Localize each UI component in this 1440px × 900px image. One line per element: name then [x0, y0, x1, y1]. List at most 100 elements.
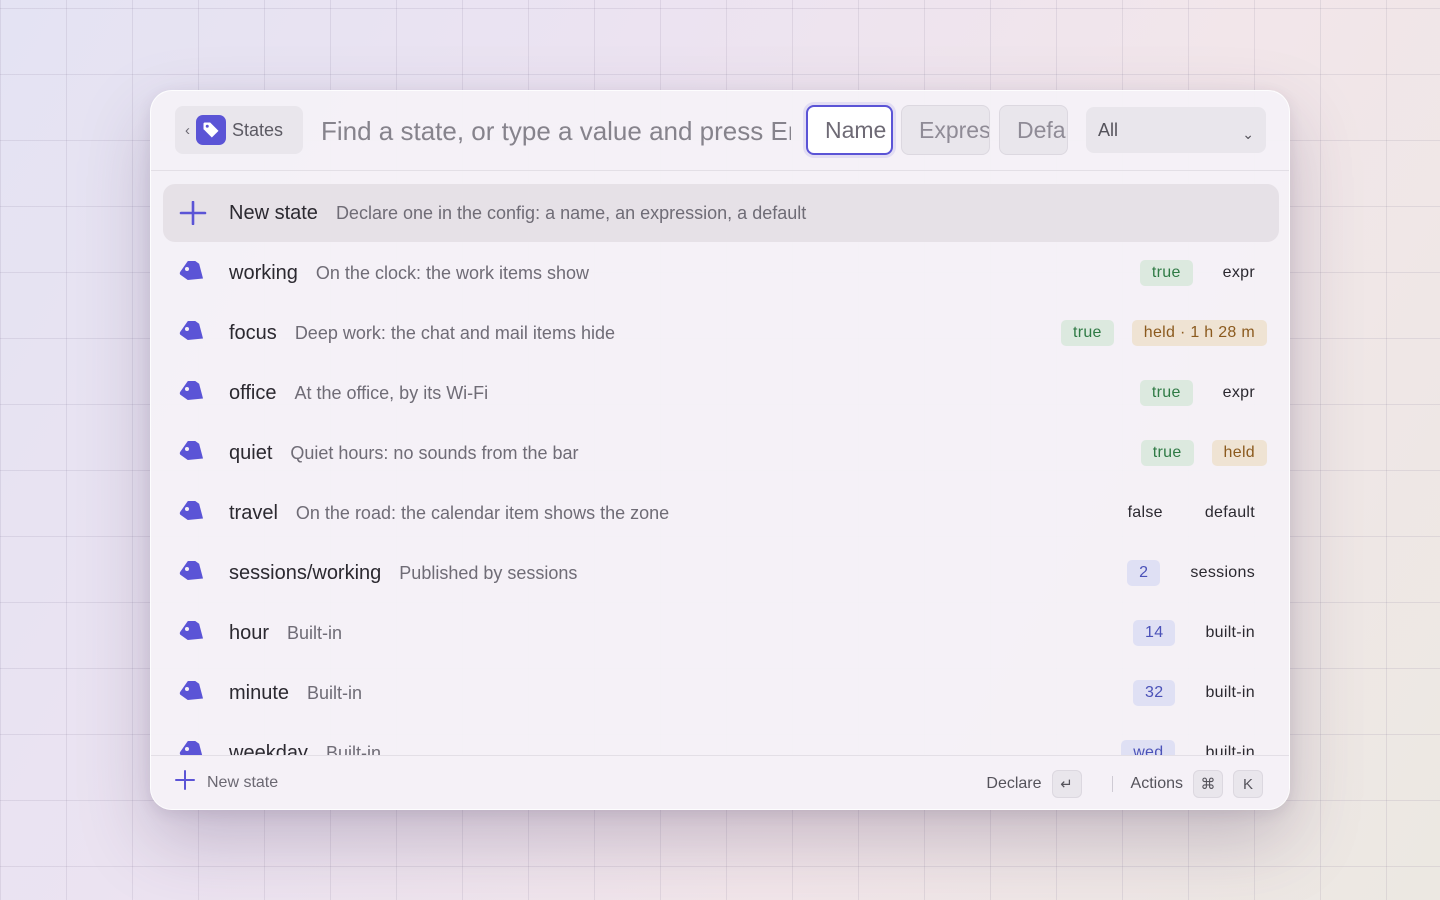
scope-select-value: All	[1098, 120, 1119, 140]
back-button[interactable]: ‹ States	[175, 106, 303, 154]
value-badge: 14	[1133, 620, 1176, 646]
row-badges: true held · 1 h 28 m	[1060, 320, 1267, 346]
row-text: focus Deep work: the chat and mail items…	[229, 322, 615, 345]
row-desc: Built-in	[307, 682, 363, 703]
row-text: quiet Quiet hours: no sounds from the ba…	[229, 442, 579, 465]
declare-button[interactable]: Declare	[986, 775, 1041, 793]
value-badge: 32	[1133, 680, 1176, 706]
value-badge: true	[1140, 440, 1194, 466]
state-row-office[interactable]: office At the office, by its Wi-Fi true …	[163, 364, 1279, 422]
value-badge: 2	[1127, 560, 1161, 586]
source-badge: held · 1 h 28 m	[1131, 320, 1267, 346]
tag-icon	[179, 558, 207, 585]
row-desc: Built-in	[287, 622, 343, 643]
row-desc: Deep work: the chat and mail items hide	[294, 322, 615, 343]
row-name: office	[229, 381, 277, 404]
row-desc: On the road: the calendar item shows the…	[295, 502, 670, 523]
state-row-hour[interactable]: hour Built-in 14 built-in	[163, 604, 1279, 662]
row-badges: true expr	[1139, 260, 1267, 286]
chevron-down-icon: ⌄	[1242, 126, 1254, 142]
plus-icon	[175, 770, 195, 795]
value-badge: true	[1139, 380, 1193, 406]
footer-new-state-label: New state	[207, 773, 279, 791]
chevron-left-icon: ‹	[185, 121, 190, 139]
source-badge: sessions	[1190, 564, 1255, 581]
command-key-icon: ⌘	[1193, 770, 1223, 798]
row-name: quiet	[229, 441, 273, 464]
scope-select[interactable]: All ⌄	[1086, 107, 1266, 153]
row-badges: 32 built-in	[1133, 680, 1267, 706]
row-desc: Quiet hours: no sounds from the bar	[290, 442, 579, 463]
row-name: working	[229, 261, 298, 284]
row-text: sessions/working Published by sessions	[229, 562, 577, 585]
source-badge: expr	[1222, 384, 1255, 401]
row-text: office At the office, by its Wi-Fi	[229, 382, 488, 405]
state-row-quiet[interactable]: quiet Quiet hours: no sounds from the ba…	[163, 424, 1279, 482]
tag-icon	[179, 498, 207, 525]
source-badge: held	[1211, 440, 1267, 466]
row-badges: wed built-in	[1121, 740, 1267, 755]
row-text: minute Built-in	[229, 682, 362, 705]
tag-app-icon	[196, 115, 226, 145]
row-badges: 2 sessions	[1127, 560, 1267, 586]
search-input[interactable]	[321, 113, 791, 149]
tag-icon	[179, 318, 207, 345]
value-badge: true	[1060, 320, 1114, 346]
k-key: K	[1233, 770, 1263, 798]
tag-icon	[179, 438, 207, 465]
actions-button[interactable]: Actions	[1131, 775, 1183, 793]
row-name: New state	[229, 201, 318, 224]
row-text: New state Declare one in the config: a n…	[229, 202, 806, 225]
value-badge: false	[1127, 504, 1163, 521]
state-row-weekday[interactable]: weekday Built-in wed built-in	[163, 724, 1279, 755]
panel-footer: New state Declare ↵ Actions ⌘ K	[151, 755, 1289, 809]
value-badge: true	[1139, 260, 1193, 286]
back-button-label: States	[232, 119, 284, 140]
row-desc: On the clock: the work items show	[315, 262, 590, 283]
value-badge: wed	[1121, 740, 1176, 755]
state-row-working[interactable]: working On the clock: the work items sho…	[163, 244, 1279, 302]
filter-default[interactable]: Default	[999, 105, 1068, 155]
row-desc: Published by sessions	[399, 562, 578, 583]
states-list: New state Declare one in the config: a n…	[151, 171, 1289, 755]
state-row-travel[interactable]: travel On the road: the calendar item sh…	[163, 484, 1279, 542]
row-text: travel On the road: the calendar item sh…	[229, 502, 669, 525]
panel-header: ‹ States Name Expression Default All ⌄	[151, 91, 1289, 171]
filter-name[interactable]: Name	[806, 105, 893, 155]
filter-expression[interactable]: Expression	[901, 105, 990, 155]
row-name: focus	[229, 321, 277, 344]
footer-actions: Declare ↵ Actions ⌘ K	[986, 770, 1263, 798]
source-badge: built-in	[1205, 684, 1255, 701]
new-state-row[interactable]: New state Declare one in the config: a n…	[163, 184, 1279, 242]
row-badges: true held	[1140, 440, 1267, 466]
tag-icon	[179, 678, 207, 705]
row-name: sessions/working	[229, 561, 382, 584]
footer-new-state-button[interactable]: New state	[175, 770, 278, 795]
row-name: minute	[229, 681, 290, 704]
footer-divider	[1111, 776, 1113, 792]
row-text: hour Built-in	[229, 622, 342, 645]
row-badges: false default	[1116, 500, 1267, 526]
tag-icon	[179, 258, 207, 285]
tag-icon	[179, 378, 207, 405]
state-row-minute[interactable]: minute Built-in 32 built-in	[163, 664, 1279, 722]
states-panel: ‹ States Name Expression Default All ⌄ N…	[150, 90, 1290, 810]
row-badges: true expr	[1139, 380, 1267, 406]
tag-icon	[179, 618, 207, 645]
row-badges: 14 built-in	[1133, 620, 1267, 646]
row-name: weekday	[229, 741, 308, 756]
source-badge: expr	[1222, 264, 1255, 281]
row-name: travel	[229, 501, 278, 524]
row-text: working On the clock: the work items sho…	[229, 262, 589, 285]
tag-icon	[179, 738, 207, 755]
source-badge: default	[1204, 504, 1255, 521]
row-desc: Declare one in the config: a name, an ex…	[335, 202, 807, 223]
state-row-focus[interactable]: focus Deep work: the chat and mail items…	[163, 304, 1279, 362]
plus-icon	[179, 200, 207, 226]
row-name: hour	[229, 621, 270, 644]
row-desc: At the office, by its Wi-Fi	[294, 382, 489, 403]
source-badge: built-in	[1205, 624, 1255, 641]
state-row-sessions-working[interactable]: sessions/working Published by sessions 2…	[163, 544, 1279, 602]
row-text: weekday Built-in	[229, 742, 381, 756]
row-desc: Built-in	[325, 742, 381, 756]
